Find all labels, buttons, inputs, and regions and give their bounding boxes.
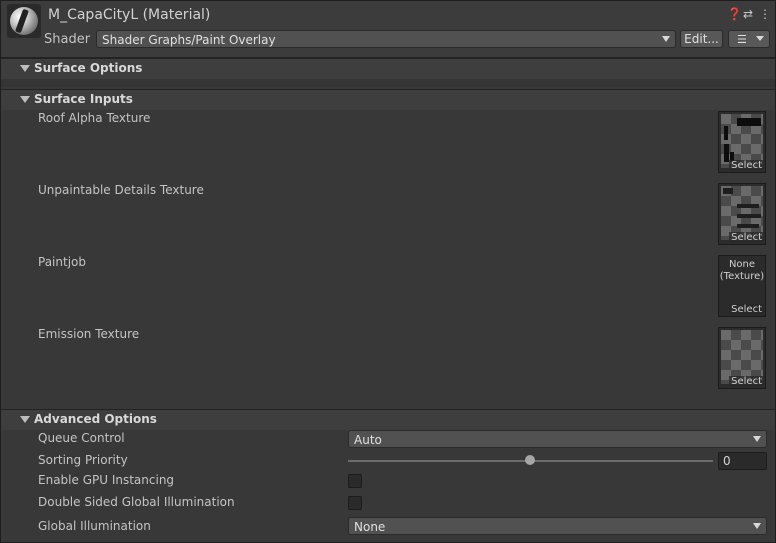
shader-options-button[interactable]: ☰ xyxy=(728,30,770,48)
surface-inputs-header[interactable]: Surface Inputs xyxy=(1,89,775,110)
material-title: M_CapaCityL (Material) xyxy=(48,7,211,23)
chevron-down-icon xyxy=(753,436,761,442)
surface-inputs-label: Surface Inputs xyxy=(34,92,133,106)
none-texture-text: None xyxy=(728,259,756,270)
sorting-priority-label: Sorting Priority xyxy=(38,453,128,467)
double-sided-gi-label: Double Sided Global Illumination xyxy=(38,495,235,509)
chevron-down-icon xyxy=(662,36,670,42)
edit-shader-button[interactable]: Edit... xyxy=(680,30,723,48)
foldout-arrow-icon xyxy=(20,65,30,72)
shader-label: Shader xyxy=(44,32,91,47)
inspector-header: M_CapaCityL (Material) ❓ ⇄ ⋮ Shader Shad… xyxy=(1,1,775,58)
material-preview-icon xyxy=(7,4,41,38)
preset-icon[interactable]: ⇄ xyxy=(743,7,753,21)
select-texture-button[interactable]: Select xyxy=(729,376,764,387)
global-illumination-value: None xyxy=(354,520,386,534)
sorting-priority-slider-handle[interactable] xyxy=(525,455,535,465)
paintjob-label: Paintjob xyxy=(38,255,86,269)
foldout-arrow-icon xyxy=(20,416,30,423)
queue-control-value: Auto xyxy=(354,433,382,447)
queue-control-label: Queue Control xyxy=(38,431,125,445)
unpaintable-details-texture-slot[interactable]: Select xyxy=(718,183,766,245)
queue-control-dropdown[interactable]: Auto xyxy=(348,430,767,448)
surface-options-header[interactable]: Surface Options xyxy=(1,58,775,79)
emission-texture-label: Emission Texture xyxy=(38,327,140,341)
gpu-instancing-label: Enable GPU Instancing xyxy=(38,473,175,487)
shader-dropdown[interactable]: Shader Graphs/Paint Overlay xyxy=(96,30,676,48)
foldout-arrow-icon xyxy=(20,96,30,103)
unpaintable-details-texture-label: Unpaintable Details Texture xyxy=(38,183,204,197)
global-illumination-label: Global Illumination xyxy=(38,519,151,533)
select-texture-button[interactable]: Select xyxy=(729,232,764,243)
paintjob-texture-slot[interactable]: None (Texture) Select xyxy=(718,255,766,317)
gpu-instancing-checkbox[interactable] xyxy=(348,474,362,488)
material-inspector: M_CapaCityL (Material) ❓ ⇄ ⋮ Shader Shad… xyxy=(0,0,776,543)
roof-alpha-texture-slot[interactable]: Select xyxy=(718,111,766,173)
select-texture-button[interactable]: Select xyxy=(729,160,764,171)
sorting-priority-field[interactable]: 0 xyxy=(718,452,767,470)
chevron-down-icon xyxy=(756,36,764,41)
kebab-menu-icon[interactable]: ⋮ xyxy=(759,7,771,21)
select-texture-button[interactable]: Select xyxy=(729,304,764,315)
global-illumination-dropdown[interactable]: None xyxy=(348,517,767,535)
shader-value: Shader Graphs/Paint Overlay xyxy=(102,33,276,47)
surface-options-label: Surface Options xyxy=(34,61,143,75)
emission-texture-slot[interactable]: Select xyxy=(718,327,766,389)
roof-alpha-texture-label: Roof Alpha Texture xyxy=(38,111,151,125)
help-icon[interactable]: ❓ xyxy=(727,7,742,21)
chevron-down-icon xyxy=(753,523,761,529)
list-icon: ☰ xyxy=(737,33,747,46)
double-sided-gi-checkbox[interactable] xyxy=(348,496,362,510)
advanced-options-header[interactable]: Advanced Options xyxy=(1,409,775,430)
advanced-options-label: Advanced Options xyxy=(34,412,157,426)
header-icons: ❓ ⇄ ⋮ xyxy=(727,7,771,21)
none-texture-subtext: (Texture) xyxy=(719,271,765,282)
